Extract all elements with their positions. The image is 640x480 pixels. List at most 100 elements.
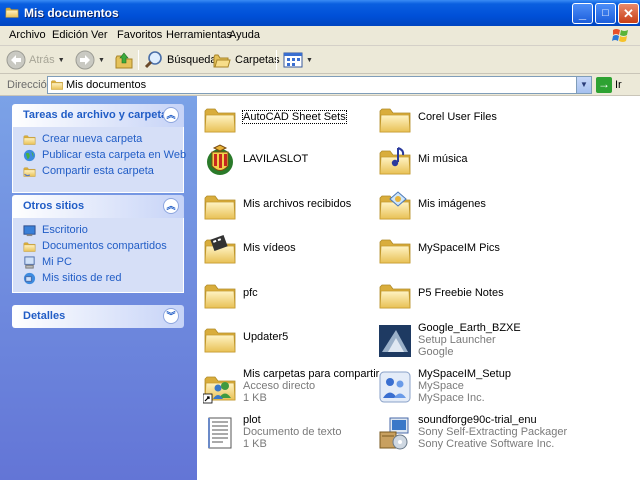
file-item[interactable]: pfc — [199, 274, 399, 318]
file-name: Mis carpetas para compartir — [243, 368, 380, 380]
file-item[interactable]: LAVILASLOT — [199, 140, 399, 184]
file-name: Updater5 — [243, 331, 289, 343]
file-name: plot — [243, 414, 261, 426]
file-name: Mis archivos recibidos — [243, 198, 352, 210]
file-item[interactable]: MySpaceIM Pics — [374, 229, 574, 273]
other-places-panel: Otros sitios ︽ Escritorio Documentos com… — [12, 195, 184, 293]
file-item[interactable]: Mis imágenes — [374, 185, 574, 229]
myspace-setup-icon — [379, 371, 411, 403]
place-desktop[interactable]: Escritorio — [13, 223, 183, 239]
minimize-button[interactable]: _ — [572, 3, 593, 24]
task-label: Crear nueva carpeta — [42, 133, 143, 145]
file-name: AutoCAD Sheet Sets — [242, 110, 347, 124]
forward-dropdown-icon[interactable]: ▼ — [98, 57, 105, 64]
file-company: MySpace Inc. — [418, 392, 485, 404]
folder-icon — [378, 276, 412, 314]
folder-icon — [50, 78, 64, 91]
folders-button[interactable]: Carpetas — [212, 48, 280, 72]
other-places-header[interactable]: Otros sitios ︽ — [12, 195, 184, 218]
forward-button[interactable]: ▼ — [75, 48, 105, 72]
collapse-chevron-icon[interactable]: ︽ — [163, 107, 179, 123]
close-button[interactable]: ✕ — [618, 3, 639, 24]
views-dropdown-icon[interactable]: ▼ — [306, 57, 313, 64]
details-title: Detalles — [23, 310, 66, 322]
file-name: MySpaceIM_Setup — [418, 368, 511, 380]
file-company: Google — [418, 346, 454, 358]
place-label: Escritorio — [42, 224, 88, 236]
file-name: Corel User Files — [418, 111, 497, 123]
file-item[interactable]: Mis carpetas para compartir Acceso direc… — [199, 366, 399, 410]
go-label: Ir — [615, 79, 622, 91]
file-item[interactable]: AutoCAD Sheet Sets — [199, 98, 399, 142]
installer-package-icon — [379, 417, 409, 450]
computer-icon — [24, 256, 35, 269]
file-item[interactable]: Mi música — [374, 140, 574, 184]
toolbar-separator — [138, 50, 139, 70]
music-folder-icon — [378, 147, 412, 180]
go-arrow-icon: → — [596, 77, 612, 93]
menu-bar: Archivo Edición Ver Favoritos Herramient… — [0, 26, 640, 46]
file-item[interactable]: Mis vídeos — [199, 229, 399, 273]
folders-icon — [213, 54, 231, 68]
back-dropdown-icon[interactable]: ▼ — [58, 57, 65, 64]
pictures-folder-icon — [378, 191, 412, 225]
file-name: Mis imágenes — [418, 198, 486, 210]
file-item[interactable]: Updater5 — [199, 318, 399, 362]
file-item[interactable]: MySpaceIM_Setup MySpace MySpace Inc. — [374, 366, 574, 410]
other-places-title: Otros sitios — [23, 200, 85, 212]
file-name: soundforge90c-trial_enu — [418, 414, 537, 426]
details-panel: Detalles ︾ — [12, 305, 184, 328]
place-my-computer[interactable]: Mi PC — [13, 255, 183, 271]
file-item[interactable]: Corel User Files — [374, 98, 574, 142]
address-input[interactable]: Mis documentos ▼ — [47, 76, 592, 94]
forward-arrow-icon — [75, 50, 95, 70]
menu-archivo[interactable]: Archivo — [9, 29, 46, 41]
menu-favoritos[interactable]: Favoritos — [117, 29, 162, 41]
expand-chevron-icon[interactable]: ︾ — [163, 308, 179, 324]
menu-edicion[interactable]: Edición — [52, 29, 88, 41]
file-tasks-panel: Tareas de archivo y carpeta ︽ Crear nuev… — [12, 104, 186, 193]
file-name: P5 Freebie Notes — [418, 287, 504, 299]
menu-herramientas[interactable]: Herramientas — [166, 29, 232, 41]
task-publish-web[interactable]: Publicar esta carpeta en Web — [13, 148, 186, 164]
folder-icon — [203, 187, 237, 225]
new-folder-icon — [23, 133, 36, 146]
place-label: Mis sitios de red — [42, 272, 122, 284]
file-name: LAVILASLOT — [243, 153, 309, 165]
menu-ayuda[interactable]: Ayuda — [229, 29, 260, 41]
file-item[interactable]: P5 Freebie Notes — [374, 274, 574, 318]
search-button[interactable]: Búsqueda — [144, 48, 217, 72]
address-bar: Dirección Mis documentos ▼ → Ir — [0, 74, 640, 96]
desktop-icon — [23, 225, 36, 237]
back-button[interactable]: Atrás ▼ — [6, 48, 65, 72]
go-button[interactable]: → Ir — [596, 77, 622, 93]
folders-label: Carpetas — [235, 54, 280, 66]
place-label: Documentos compartidos — [42, 240, 167, 252]
address-label: Dirección — [7, 79, 53, 91]
file-tasks-header[interactable]: Tareas de archivo y carpeta ︽ — [12, 104, 184, 127]
task-share-folder[interactable]: Compartir esta carpeta — [13, 164, 183, 180]
file-size: 1 KB — [243, 392, 267, 404]
address-dropdown-icon[interactable]: ▼ — [576, 77, 591, 93]
place-label: Mi PC — [42, 256, 72, 268]
folder-icon — [23, 240, 36, 253]
views-button[interactable]: ▼ — [283, 48, 313, 72]
up-folder-button[interactable] — [114, 48, 134, 72]
network-icon — [23, 272, 36, 285]
file-type: Documento de texto — [243, 426, 342, 438]
maximize-button[interactable]: □ — [595, 3, 616, 24]
file-item[interactable]: soundforge90c-trial_enu Sony Self-Extrac… — [374, 412, 574, 456]
folder-icon — [4, 5, 20, 19]
title-bar[interactable]: Mis documentos _ □ ✕ — [0, 0, 640, 26]
place-shared-documents[interactable]: Documentos compartidos — [13, 239, 183, 255]
task-new-folder[interactable]: Crear nueva carpeta — [13, 132, 183, 148]
place-network[interactable]: Mis sitios de red — [13, 271, 183, 287]
file-item[interactable]: Mis archivos recibidos — [199, 185, 399, 229]
file-size: 1 KB — [243, 438, 267, 450]
file-item[interactable]: plot Documento de texto 1 KB — [199, 412, 399, 456]
file-item[interactable]: Google_Earth_BZXE Setup Launcher Google — [374, 320, 574, 364]
details-header[interactable]: Detalles ︾ — [12, 305, 184, 328]
menu-ver[interactable]: Ver — [91, 29, 108, 41]
collapse-chevron-icon[interactable]: ︽ — [163, 198, 179, 214]
address-value: Mis documentos — [66, 79, 147, 91]
